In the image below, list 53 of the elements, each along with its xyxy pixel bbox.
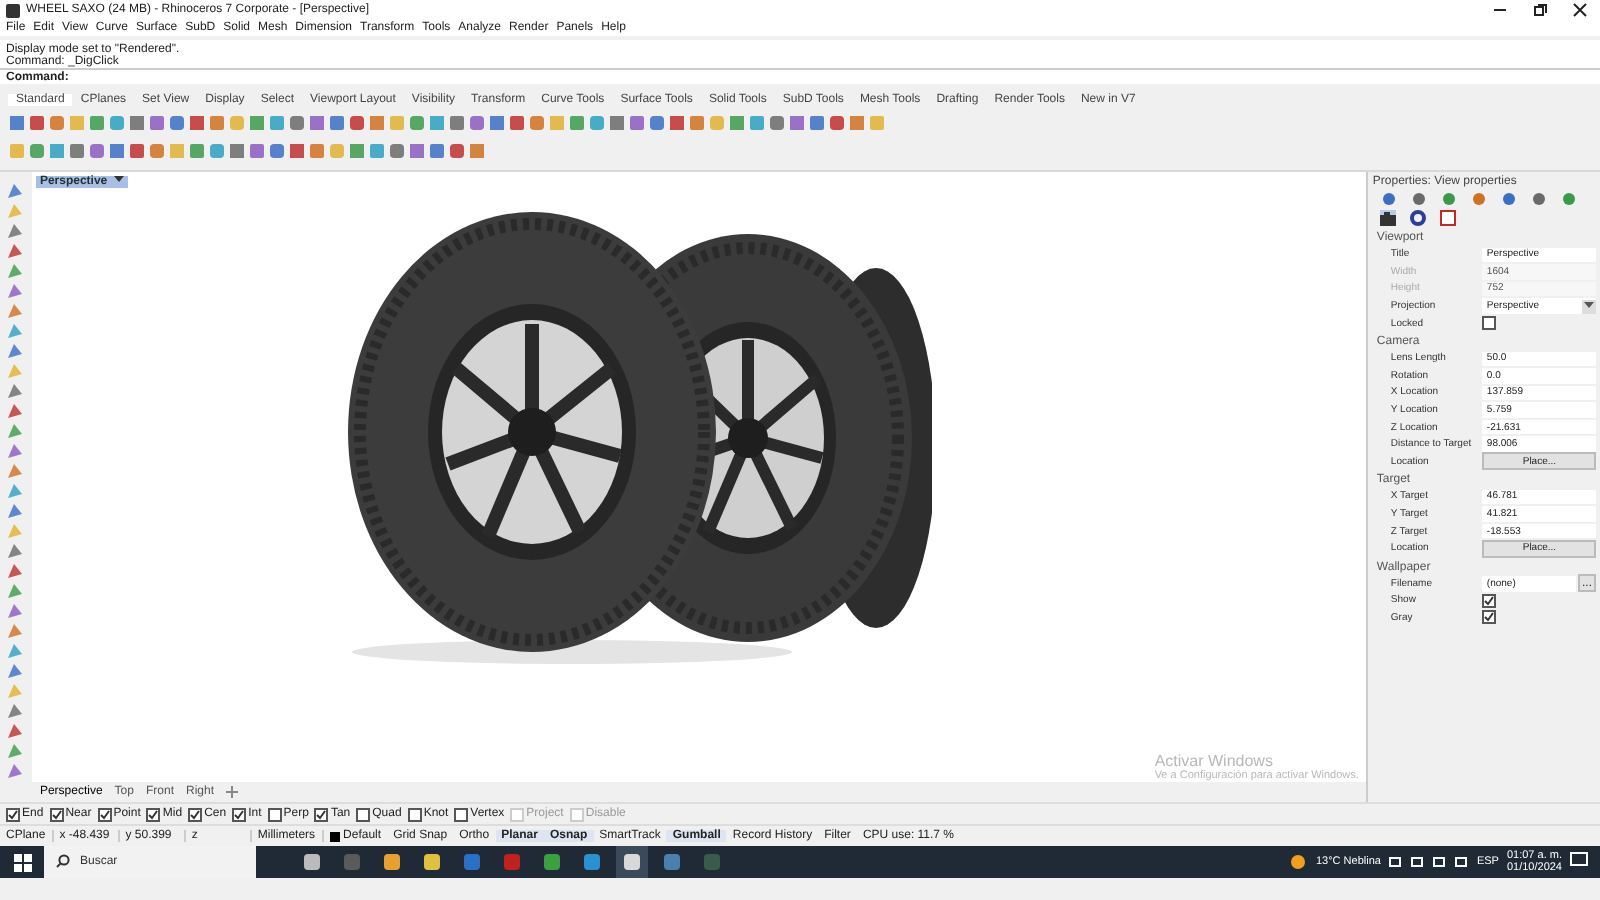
close-icon: [1572, 2, 1588, 18]
dropdown-arrow-icon: [1582, 299, 1596, 314]
osnap-checkbox[interactable]: [314, 807, 329, 821]
weather-icon: [1289, 851, 1308, 873]
tool-icon[interactable]: [5, 240, 26, 260]
tool-icon[interactable]: [5, 340, 26, 360]
tool-icon[interactable]: [5, 700, 26, 720]
tool-icon[interactable]: [5, 720, 26, 740]
tool-icon[interactable]: [5, 740, 26, 760]
tool-icon[interactable]: [5, 640, 26, 660]
tool-icon[interactable]: [5, 500, 26, 520]
tool-icon[interactable]: [5, 660, 26, 680]
tool-icon[interactable]: [5, 760, 26, 780]
add-tab-icon[interactable]: [226, 786, 239, 798]
taskbar-app-icon[interactable]: [616, 846, 648, 878]
tool-icon[interactable]: [5, 540, 26, 560]
osnap-checkbox[interactable]: [188, 807, 203, 821]
target-icon[interactable]: [1410, 210, 1427, 226]
osnap-checkbox[interactable]: [267, 807, 282, 821]
osnap-checkbox[interactable]: [356, 807, 371, 821]
tool-icon[interactable]: [5, 400, 26, 420]
tool-icon[interactable]: [5, 580, 26, 600]
osnap-checkbox[interactable]: [232, 807, 247, 821]
osnap-checkbox[interactable]: [97, 807, 112, 821]
osnap-checkbox[interactable]: [146, 807, 161, 821]
frame-icon[interactable]: [1440, 210, 1457, 226]
tool-icon[interactable]: [5, 440, 26, 460]
tool-icon[interactable]: [5, 460, 26, 480]
tool-icon[interactable]: [5, 620, 26, 640]
osnap-checkbox[interactable]: [6, 807, 20, 821]
tool-icon[interactable]: [5, 480, 26, 500]
tool-icon[interactable]: [5, 260, 26, 280]
tool-icon[interactable]: [5, 180, 26, 200]
layer-color-swatch: [329, 831, 340, 841]
checkbox[interactable]: [1482, 610, 1497, 625]
tool-icon[interactable]: [5, 600, 26, 620]
activation-title: Activar Windows: [1154, 752, 1275, 770]
osnap-checkbox[interactable]: [49, 807, 64, 821]
osnap-checkbox[interactable]: [407, 807, 422, 821]
checkbox[interactable]: [1482, 316, 1497, 331]
tool-icon[interactable]: [5, 320, 26, 340]
checkbox[interactable]: [1482, 593, 1497, 608]
rhino-logo-icon: [6, 3, 20, 17]
tool-icon[interactable]: [5, 300, 26, 320]
tool-icon[interactable]: [5, 420, 26, 440]
osnap-checkbox[interactable]: [454, 807, 469, 821]
tool-icon[interactable]: [5, 280, 26, 300]
tool-icon[interactable]: [5, 380, 26, 400]
camera-icon[interactable]: [1380, 210, 1397, 226]
search-icon: [56, 853, 70, 871]
tool-icon[interactable]: [5, 560, 26, 580]
tool-icon[interactable]: [5, 220, 26, 240]
restore-icon: [1532, 2, 1548, 18]
